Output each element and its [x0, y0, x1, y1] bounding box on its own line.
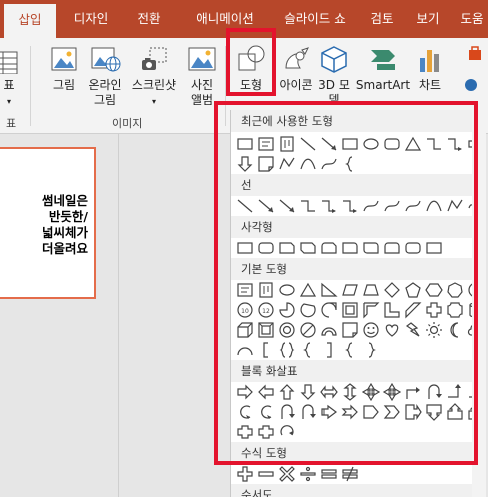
tab-help[interactable]: 도움: [452, 0, 488, 38]
cube-icon: [318, 44, 350, 74]
screenshot-button[interactable]: 스크린샷 ▾: [126, 44, 182, 109]
tab-transitions[interactable]: 전환: [126, 0, 172, 38]
bar-chart-icon: [414, 44, 446, 74]
smartart-button[interactable]: SmartArt: [354, 44, 412, 93]
equation-shapes-row: [235, 464, 360, 484]
group-label-images: 이미지: [112, 117, 143, 130]
photo-album-label-2: 앨범: [190, 93, 214, 107]
store-icon-2: [464, 78, 478, 92]
online-picture-label: 온라인: [88, 78, 122, 92]
table-label: 표: [3, 78, 15, 92]
store-icon: [466, 44, 486, 64]
photo-album-label: 사진: [190, 78, 214, 92]
icons-button[interactable]: 아이콘: [276, 44, 316, 93]
3d-models-button[interactable]: 3D 모 델: [316, 44, 352, 108]
photo-album-button[interactable]: 사진 앨범: [182, 44, 222, 108]
smartart-icon: [367, 44, 399, 74]
table-icon: [0, 44, 21, 75]
picture-button[interactable]: 그림: [44, 44, 84, 93]
picture-label: 그림: [52, 78, 76, 92]
tab-view[interactable]: 보기: [408, 0, 448, 38]
icons-icon: [280, 44, 312, 74]
shape-minus-icon[interactable]: [256, 464, 276, 484]
screenshot-icon: [138, 44, 170, 74]
tab-slideshow[interactable]: 슬라이드 쇼: [270, 0, 360, 38]
shapes-button-highlight: [226, 28, 276, 96]
tab-review[interactable]: 검토: [362, 0, 402, 38]
shape-neq-icon[interactable]: [340, 464, 360, 484]
tab-design[interactable]: 디자인: [62, 0, 120, 38]
group-label-table: 표: [6, 117, 17, 130]
shape-eq-icon[interactable]: [319, 464, 339, 484]
shape-div-icon[interactable]: [298, 464, 318, 484]
smartart-label: SmartArt: [355, 78, 411, 92]
3d-models-label: 3D 모: [318, 78, 350, 92]
shape-plus-icon[interactable]: [235, 464, 255, 484]
picture-icon: [48, 44, 80, 74]
chevron-down-icon: ▾: [151, 97, 156, 106]
online-picture-label-2: 그림: [93, 93, 117, 107]
table-button[interactable]: 표 ▾: [0, 44, 22, 109]
chevron-down-icon: ▾: [6, 97, 11, 106]
pane-divider: [118, 134, 119, 497]
slide-text: 썸네일은 반듯한/ 넓씨체가 더올려요: [41, 193, 88, 256]
addins-button[interactable]: [464, 44, 488, 92]
tab-insert[interactable]: 삽입: [4, 4, 56, 38]
chart-label: 차트: [418, 78, 442, 92]
group-divider: [30, 46, 31, 126]
online-picture-button[interactable]: 온라인 그림: [84, 44, 126, 108]
shapes-gallery-highlight: [214, 101, 478, 465]
online-picture-icon: [89, 44, 121, 74]
slide-thumbnail[interactable]: 썸네일은 반듯한/ 넓씨체가 더올려요: [0, 147, 96, 299]
shape-mult-icon[interactable]: [277, 464, 297, 484]
photo-album-icon: [186, 44, 218, 74]
chart-button[interactable]: 차트: [412, 44, 448, 93]
icons-label: 아이콘: [279, 78, 313, 92]
section-flowchart: 순서도: [231, 484, 481, 497]
screenshot-label: 스크린샷: [131, 78, 177, 92]
